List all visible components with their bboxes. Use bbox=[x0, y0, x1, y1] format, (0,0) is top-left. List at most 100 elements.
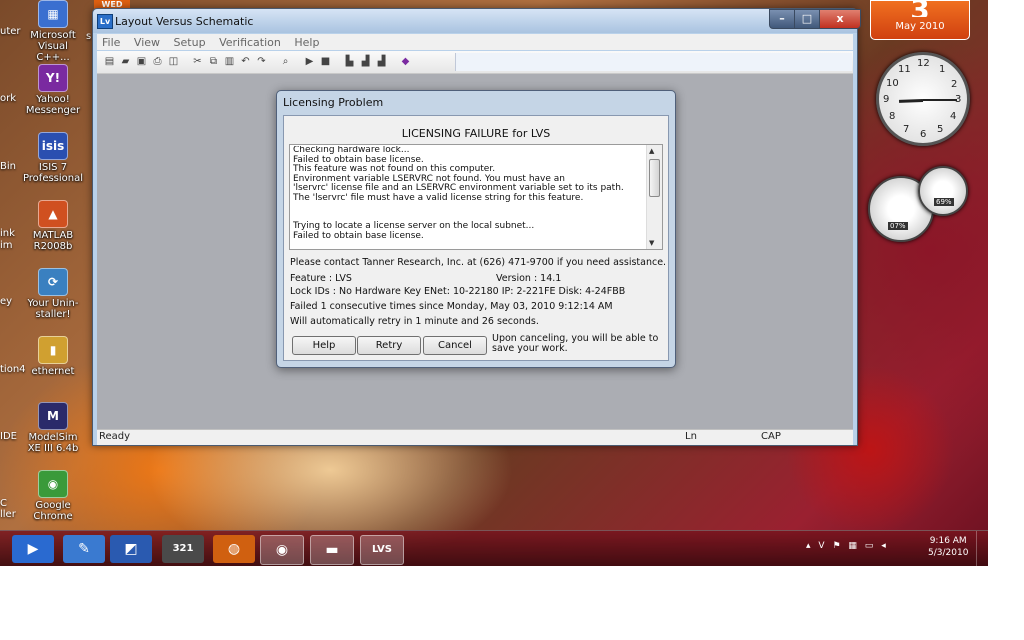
failure-count: Failed 1 consecutive times since Monday,… bbox=[290, 301, 613, 312]
calendar-app-icon[interactable]: 321 bbox=[162, 535, 204, 563]
status-bar: Ready Ln CAP bbox=[97, 429, 853, 445]
desktop-icon-uninstaller[interactable]: ⟳ Your Unin-staller! bbox=[22, 268, 84, 320]
desktop-icon-google-chrome[interactable]: ◉ Google Chrome bbox=[22, 470, 84, 522]
retry-button[interactable]: Retry bbox=[357, 336, 421, 355]
save-icon[interactable]: ▣ bbox=[135, 55, 148, 68]
memory-meter-value: 69% bbox=[934, 198, 954, 206]
cancel-button[interactable]: Cancel bbox=[423, 336, 487, 355]
clock-number: 4 bbox=[950, 111, 957, 122]
licensing-dialog[interactable]: Licensing Problem LICENSING FAILURE for … bbox=[276, 90, 676, 368]
dialog-title: Licensing Problem bbox=[283, 96, 384, 109]
window-title: Layout Versus Schematic bbox=[115, 15, 254, 28]
paste-icon[interactable]: ▥ bbox=[223, 55, 236, 68]
lvs-app-icon[interactable]: LVS bbox=[360, 535, 404, 565]
close-button[interactable]: x bbox=[819, 9, 861, 29]
cancel-note: Upon canceling, you will be able to save… bbox=[492, 333, 659, 354]
graph-icon[interactable]: ▟ bbox=[359, 55, 372, 68]
show-desktop-button[interactable] bbox=[976, 531, 988, 566]
edge-label[interactable]: ink bbox=[0, 228, 15, 239]
clock-date: 5/3/2010 bbox=[928, 548, 969, 558]
clock-gadget[interactable]: 12 1 2 3 4 5 6 7 8 9 10 11 bbox=[876, 52, 970, 146]
cut-icon[interactable]: ✂ bbox=[191, 55, 204, 68]
edge-label[interactable]: C bbox=[0, 498, 7, 509]
cpu-meter-value: 07% bbox=[888, 222, 908, 230]
calendar-gadget[interactable]: 3 May 2010 bbox=[870, 0, 970, 40]
new-file-icon[interactable]: ▤ bbox=[103, 55, 116, 68]
undo-icon[interactable]: ↶ bbox=[239, 55, 252, 68]
wordpad-icon[interactable]: ✎ bbox=[63, 535, 105, 563]
scroll-thumb[interactable] bbox=[649, 159, 660, 197]
scroll-up-arrow-icon[interactable]: ▲ bbox=[649, 147, 654, 155]
license-log-textbox[interactable]: Checking hardware lock... Failed to obta… bbox=[289, 144, 663, 250]
status-caps: CAP bbox=[761, 431, 781, 442]
edge-label[interactable]: im bbox=[0, 240, 13, 251]
contact-info: Please contact Tanner Research, Inc. at … bbox=[290, 257, 667, 268]
edge-label[interactable]: ey bbox=[0, 296, 12, 307]
menu-verification[interactable]: Verification bbox=[214, 34, 286, 49]
clock-number: 9 bbox=[883, 94, 890, 105]
volume-icon[interactable]: ◂ bbox=[881, 541, 886, 551]
desktop-icon-ethernet[interactable]: ▮ ethernet bbox=[22, 336, 84, 377]
menu-setup[interactable]: Setup bbox=[169, 34, 211, 49]
run-icon[interactable]: ▶ bbox=[303, 55, 316, 68]
desktop-icon-modelsim[interactable]: M ModelSim XE III 6.4b bbox=[22, 402, 84, 454]
desktop-icon-label: ModelSim XE III 6.4b bbox=[27, 432, 79, 454]
menu-file[interactable]: File bbox=[97, 34, 125, 49]
copy-icon[interactable]: ⧉ bbox=[207, 55, 220, 68]
desktop: WED uter ork Bin ink im ey tion4 IDE s C… bbox=[0, 0, 988, 566]
scroll-down-arrow-icon[interactable]: ▼ bbox=[649, 239, 654, 247]
log-line: Failed to obtain base license. bbox=[293, 230, 424, 241]
clock-number: 5 bbox=[937, 124, 944, 135]
retry-countdown: Will automatically retry in 1 minute and… bbox=[290, 316, 539, 327]
chrome-icon[interactable]: ◉ bbox=[260, 535, 304, 565]
desktop-icon-isis[interactable]: isis ISIS 7 Professional bbox=[22, 132, 84, 184]
open-folder-icon[interactable]: ▰ bbox=[119, 55, 132, 68]
taskbar: ▶ ✎ ◩ 321 ◍ ◉ ▬ LVS ▴ V ⚑ ▦ ▭ ◂ 9:16 AM … bbox=[0, 530, 988, 566]
taskbar-clock[interactable]: 9:16 AM 5/3/2010 bbox=[928, 535, 968, 559]
window-titlebar[interactable]: Lv Layout Versus Schematic – □ x bbox=[93, 9, 861, 33]
show-hidden-icons-icon[interactable]: ▴ bbox=[806, 541, 811, 551]
edge-label[interactable]: IDE bbox=[0, 431, 17, 442]
firefox-icon[interactable]: ◍ bbox=[213, 535, 255, 563]
maximize-button[interactable]: □ bbox=[794, 9, 820, 29]
menu-help[interactable]: Help bbox=[289, 34, 324, 49]
desktop-icon-yahoo-messenger[interactable]: Y! Yahoo! Messenger bbox=[22, 64, 84, 116]
find-icon[interactable]: ⌕ bbox=[279, 55, 292, 68]
media-player-icon[interactable]: ▶ bbox=[12, 535, 54, 563]
graph-alt-icon[interactable]: ▟ bbox=[375, 55, 388, 68]
redo-icon[interactable]: ↷ bbox=[255, 55, 268, 68]
minimize-button[interactable]: – bbox=[769, 9, 795, 29]
paint-icon[interactable]: ◩ bbox=[110, 535, 152, 563]
modelsim-icon: M bbox=[38, 402, 68, 430]
antivirus-icon[interactable]: V bbox=[818, 541, 824, 551]
desktop-icon-matlab[interactable]: ▲ MATLAB R2008b bbox=[22, 200, 84, 252]
edge-label[interactable]: uter bbox=[0, 26, 21, 37]
clock-time: 9:16 AM bbox=[929, 536, 967, 546]
yahoo-messenger-icon: Y! bbox=[38, 64, 68, 92]
dialog-heading: LICENSING FAILURE for LVS bbox=[401, 127, 551, 140]
memory-meter-gadget[interactable]: 69% bbox=[918, 166, 968, 216]
desktop-icon-label: Yahoo! Messenger bbox=[25, 94, 81, 116]
chart-icon[interactable]: ▙ bbox=[343, 55, 356, 68]
network-icon[interactable]: ▦ bbox=[848, 541, 857, 551]
system-tray: ▴ V ⚑ ▦ ▭ ◂ bbox=[806, 541, 891, 551]
action-center-icon[interactable]: ⚑ bbox=[832, 541, 840, 551]
explorer-icon[interactable]: ▬ bbox=[310, 535, 354, 565]
log-scrollbar[interactable]: ▲ ▼ bbox=[646, 145, 662, 249]
edge-label[interactable]: Bin bbox=[0, 161, 16, 172]
calendar-day: 3 bbox=[871, 1, 969, 17]
battery-icon[interactable]: ▭ bbox=[865, 541, 874, 551]
uninstaller-icon: ⟳ bbox=[38, 268, 68, 296]
help-button[interactable]: Help bbox=[292, 336, 356, 355]
stop-icon[interactable]: ■ bbox=[319, 55, 332, 68]
desktop-icon-visual-cpp[interactable]: ▦ Microsoft Visual C++... bbox=[22, 0, 84, 63]
matlab-icon: ▲ bbox=[38, 200, 68, 228]
edge-label[interactable]: ller bbox=[0, 509, 16, 520]
menu-view[interactable]: View bbox=[129, 34, 165, 49]
edge-label[interactable]: ork bbox=[0, 93, 16, 104]
edge-label[interactable]: s bbox=[86, 31, 91, 42]
print-icon[interactable]: ⎙ bbox=[151, 55, 164, 68]
eraser-icon[interactable]: ◆ bbox=[399, 55, 412, 68]
print-preview-icon[interactable]: ◫ bbox=[167, 55, 180, 68]
